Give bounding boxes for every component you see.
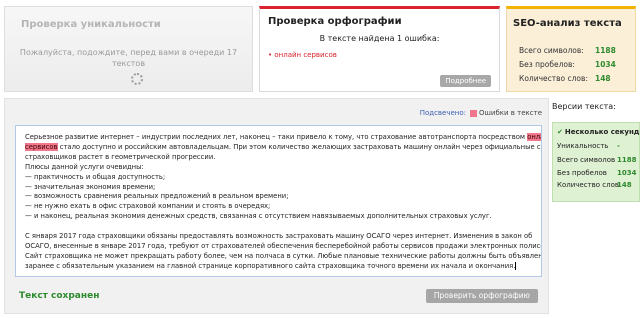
details-button[interactable]: Подробнее <box>440 75 491 87</box>
version-row-chars: Всего символов 1188 <box>557 156 637 164</box>
spelling-title: Проверка орфографии <box>268 16 402 27</box>
text-caret <box>515 261 517 270</box>
seo-row-chars: Всего символов: 1188 <box>519 46 616 55</box>
text-line: — и наконец, реальная экономия денежных … <box>25 212 492 221</box>
version-card[interactable]: ✔Несколько секунд на Уникальность - Всег… <box>552 122 640 202</box>
seo-label: Без пробелов: <box>519 60 575 69</box>
text-line: — не нужно ехать в офис страховой компан… <box>25 202 271 211</box>
text-line: — значительная экономия времени; <box>25 182 156 191</box>
text-line: С января 2017 года страховщики обязаны п… <box>25 232 533 241</box>
text-line: Серьезное развитие интернет – индустрии … <box>25 133 541 143</box>
version-row-words: Количество слов 148 <box>557 181 632 189</box>
text-line: ОСАГО, внесенные в январе 2017 года, тре… <box>25 241 542 250</box>
check-spelling-button[interactable]: Проверить орфографию <box>425 289 538 303</box>
loading-spinner-icon <box>131 73 143 85</box>
text-line: страховщиков растет в геометрической про… <box>25 152 216 161</box>
text-line: Плюсы данной услуги очевидны: <box>25 162 144 171</box>
seo-label: Всего символов: <box>519 46 584 55</box>
seo-value: 148 <box>595 74 611 83</box>
uniqueness-title: Проверка уникальности <box>21 19 161 30</box>
spelling-error-highlight[interactable]: онлайн <box>527 133 541 141</box>
highlighted-label[interactable]: Подсвечено: <box>420 109 466 117</box>
highlight-legend: Подсвечено: Ошибки в тексте <box>420 109 542 117</box>
seo-title: SEO-анализ текста <box>513 18 622 29</box>
uniqueness-panel[interactable]: Проверка уникальности Пожалуйста, подожд… <box>4 6 253 92</box>
seo-panel[interactable]: SEO-анализ текста Всего символов: 1188 Б… <box>506 6 636 92</box>
text-line: — возможность сравнения реальных предлож… <box>25 192 289 201</box>
versions-title: Версии текста: <box>552 102 616 111</box>
seo-row-words: Количество слов: 148 <box>519 74 611 83</box>
seo-value: 1034 <box>595 60 616 69</box>
legend-label: Ошибки в тексте <box>479 109 542 117</box>
seo-value: 1188 <box>595 46 616 55</box>
seo-label: Количество слов: <box>519 74 588 83</box>
version-row-nospace: Без пробелов 1034 <box>557 169 637 177</box>
versions-sidebar: Версии текста: ✔Несколько секунд на Уник… <box>552 98 640 318</box>
checkmark-icon: ✔ <box>557 128 563 136</box>
text-line: Сайт страховщика не может прекращать раб… <box>25 251 542 260</box>
text-line: — практичность и общая доступность; <box>25 172 166 181</box>
save-status: Текст сохранен <box>19 291 100 301</box>
spelling-error-highlight[interactable]: сервисов <box>25 142 58 151</box>
error-color-swatch <box>470 109 478 117</box>
spelling-error-item[interactable]: • онлайн сервисов <box>268 51 337 59</box>
queue-message: Пожалуйста, подождите, перед вами в очер… <box>19 48 238 68</box>
editor-section: Подсвечено: Ошибки в тексте Серьезное раз… <box>4 98 549 314</box>
text-line: заранее с обязательным указанием на глав… <box>25 261 517 270</box>
version-time: ✔Несколько секунд на <box>557 128 640 136</box>
version-row-uniqueness: Уникальность - <box>557 142 620 150</box>
text-line: сервисов стало доступно и российским авт… <box>25 142 542 151</box>
seo-row-nospace: Без пробелов: 1034 <box>519 60 616 69</box>
spelling-panel[interactable]: Проверка орфографии В тексте найдена 1 о… <box>259 6 500 92</box>
spelling-summary: В тексте найдена 1 ошибка: <box>319 34 440 43</box>
text-editor[interactable]: Серьезное развитие интернет – индустрии … <box>15 125 542 277</box>
